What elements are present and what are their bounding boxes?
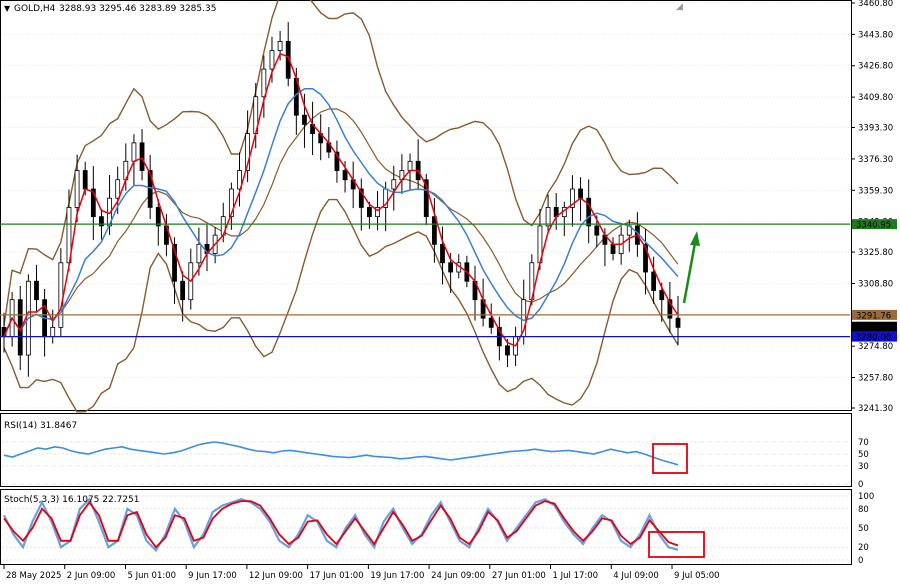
candle-body <box>391 179 397 190</box>
price-tick-label: 3241.30 <box>858 404 893 414</box>
collapse-icon[interactable]: ◢ <box>676 2 683 12</box>
time-tick-label: 9 Jun 17:00 <box>188 571 237 581</box>
price-tick-label: 3376.30 <box>858 155 893 165</box>
rsi-tick-label: 50 <box>858 450 869 460</box>
candle-body <box>675 317 681 328</box>
candle-body <box>155 207 161 227</box>
candle-body <box>180 280 186 301</box>
time-tick-label: 4 Jul 09:00 <box>613 571 659 581</box>
candle-body <box>440 243 445 264</box>
price-tag-label: 3340.95 <box>856 221 891 231</box>
rsi-panel[interactable] <box>0 413 852 487</box>
candle-body <box>610 243 616 254</box>
time-tick-label: 12 Jun 09:00 <box>249 571 303 581</box>
time-tick-label: 19 Jun 17:00 <box>370 571 424 581</box>
candle-body <box>342 170 348 181</box>
candle-body <box>82 170 88 190</box>
candle-body <box>545 207 551 227</box>
time-tick-label: 5 Jun 01:00 <box>127 571 176 581</box>
candle-body <box>196 243 202 264</box>
candle-body <box>131 142 137 162</box>
time-tick-label: 24 Jun 09:00 <box>431 571 485 581</box>
chart-ohlc: 3288.93 3295.46 3283.89 3285.35 <box>59 4 216 14</box>
candle-body <box>659 290 665 301</box>
candle-body <box>488 317 494 328</box>
chart-symbol: GOLD,H4 <box>14 4 56 14</box>
price-tick-label: 3393.30 <box>858 124 893 134</box>
candle-body <box>58 262 64 328</box>
price-tick-label: 3257.80 <box>858 374 893 384</box>
candle-body <box>34 280 39 301</box>
price-tick-label: 3359.30 <box>858 186 893 196</box>
time-tick-label: 27 Jun 01:00 <box>492 571 546 581</box>
price-axis: 3460.80 3443.80 3426.80 3409.80 3393.30 3376.… <box>851 0 897 414</box>
price-tag-label: 3291.76 <box>856 311 891 321</box>
price-tag-label: 3280.00 <box>856 333 891 343</box>
stoch-tick-label: 100 <box>858 492 874 502</box>
candle-body <box>651 271 657 291</box>
rsi-tick-label: 0 <box>858 480 863 490</box>
time-tick-label: 17 Jun 01:00 <box>310 571 364 581</box>
candle-body <box>74 170 80 208</box>
price-tick-label: 3426.80 <box>858 62 893 72</box>
candle-body <box>139 142 145 171</box>
stoch-tick-label: 20 <box>858 543 869 553</box>
trading-chart[interactable]: 3460.80 3443.80 3426.80 3409.80 3393.30 3376.… <box>0 0 900 584</box>
rsi-tick-label: 70 <box>858 438 869 448</box>
price-tick-label: 3460.80 <box>858 0 893 9</box>
candle-body <box>50 326 56 337</box>
price-tick-label: 3325.80 <box>858 248 893 258</box>
time-tick-label: 28 May 2025 <box>6 571 61 581</box>
candle-body <box>269 50 275 70</box>
candle-body <box>578 188 583 199</box>
candle-body <box>115 179 121 199</box>
stoch-tick-label: 0 <box>858 556 863 566</box>
stoch-tick-label: 50 <box>858 524 869 534</box>
time-tick-label: 1 Jul 17:00 <box>553 571 599 581</box>
stoch-label: Stoch(5,3,3) 16.1075 22.7251 <box>4 495 139 505</box>
dropdown-arrow-icon[interactable]: ▼ <box>4 4 11 13</box>
rsi-tick-label: 30 <box>858 462 869 472</box>
stoch-tick-label: 80 <box>858 505 869 515</box>
candle-body <box>448 262 454 273</box>
candle-body <box>505 345 510 356</box>
rsi-label: RSI(14) 31.8467 <box>4 421 77 431</box>
price-tick-label: 3409.80 <box>858 93 893 103</box>
time-tick-label: 2 Jun 09:00 <box>67 571 116 581</box>
time-tick-label: 9 Jul 05:00 <box>674 571 720 581</box>
candle-body <box>302 114 307 125</box>
time-axis: 28 May 2025 2 Jun 09:00 5 Jun 01:00 9 Jun 1… <box>3 565 720 581</box>
candle-body <box>367 207 372 218</box>
candle-body <box>277 40 283 52</box>
candle-body <box>586 197 592 227</box>
candle-body <box>407 160 413 171</box>
candle-body <box>594 225 600 236</box>
price-tick-label: 3274.80 <box>858 342 893 352</box>
price-tick-label: 3308.80 <box>858 279 893 289</box>
price-tick-label: 3443.80 <box>858 30 893 40</box>
